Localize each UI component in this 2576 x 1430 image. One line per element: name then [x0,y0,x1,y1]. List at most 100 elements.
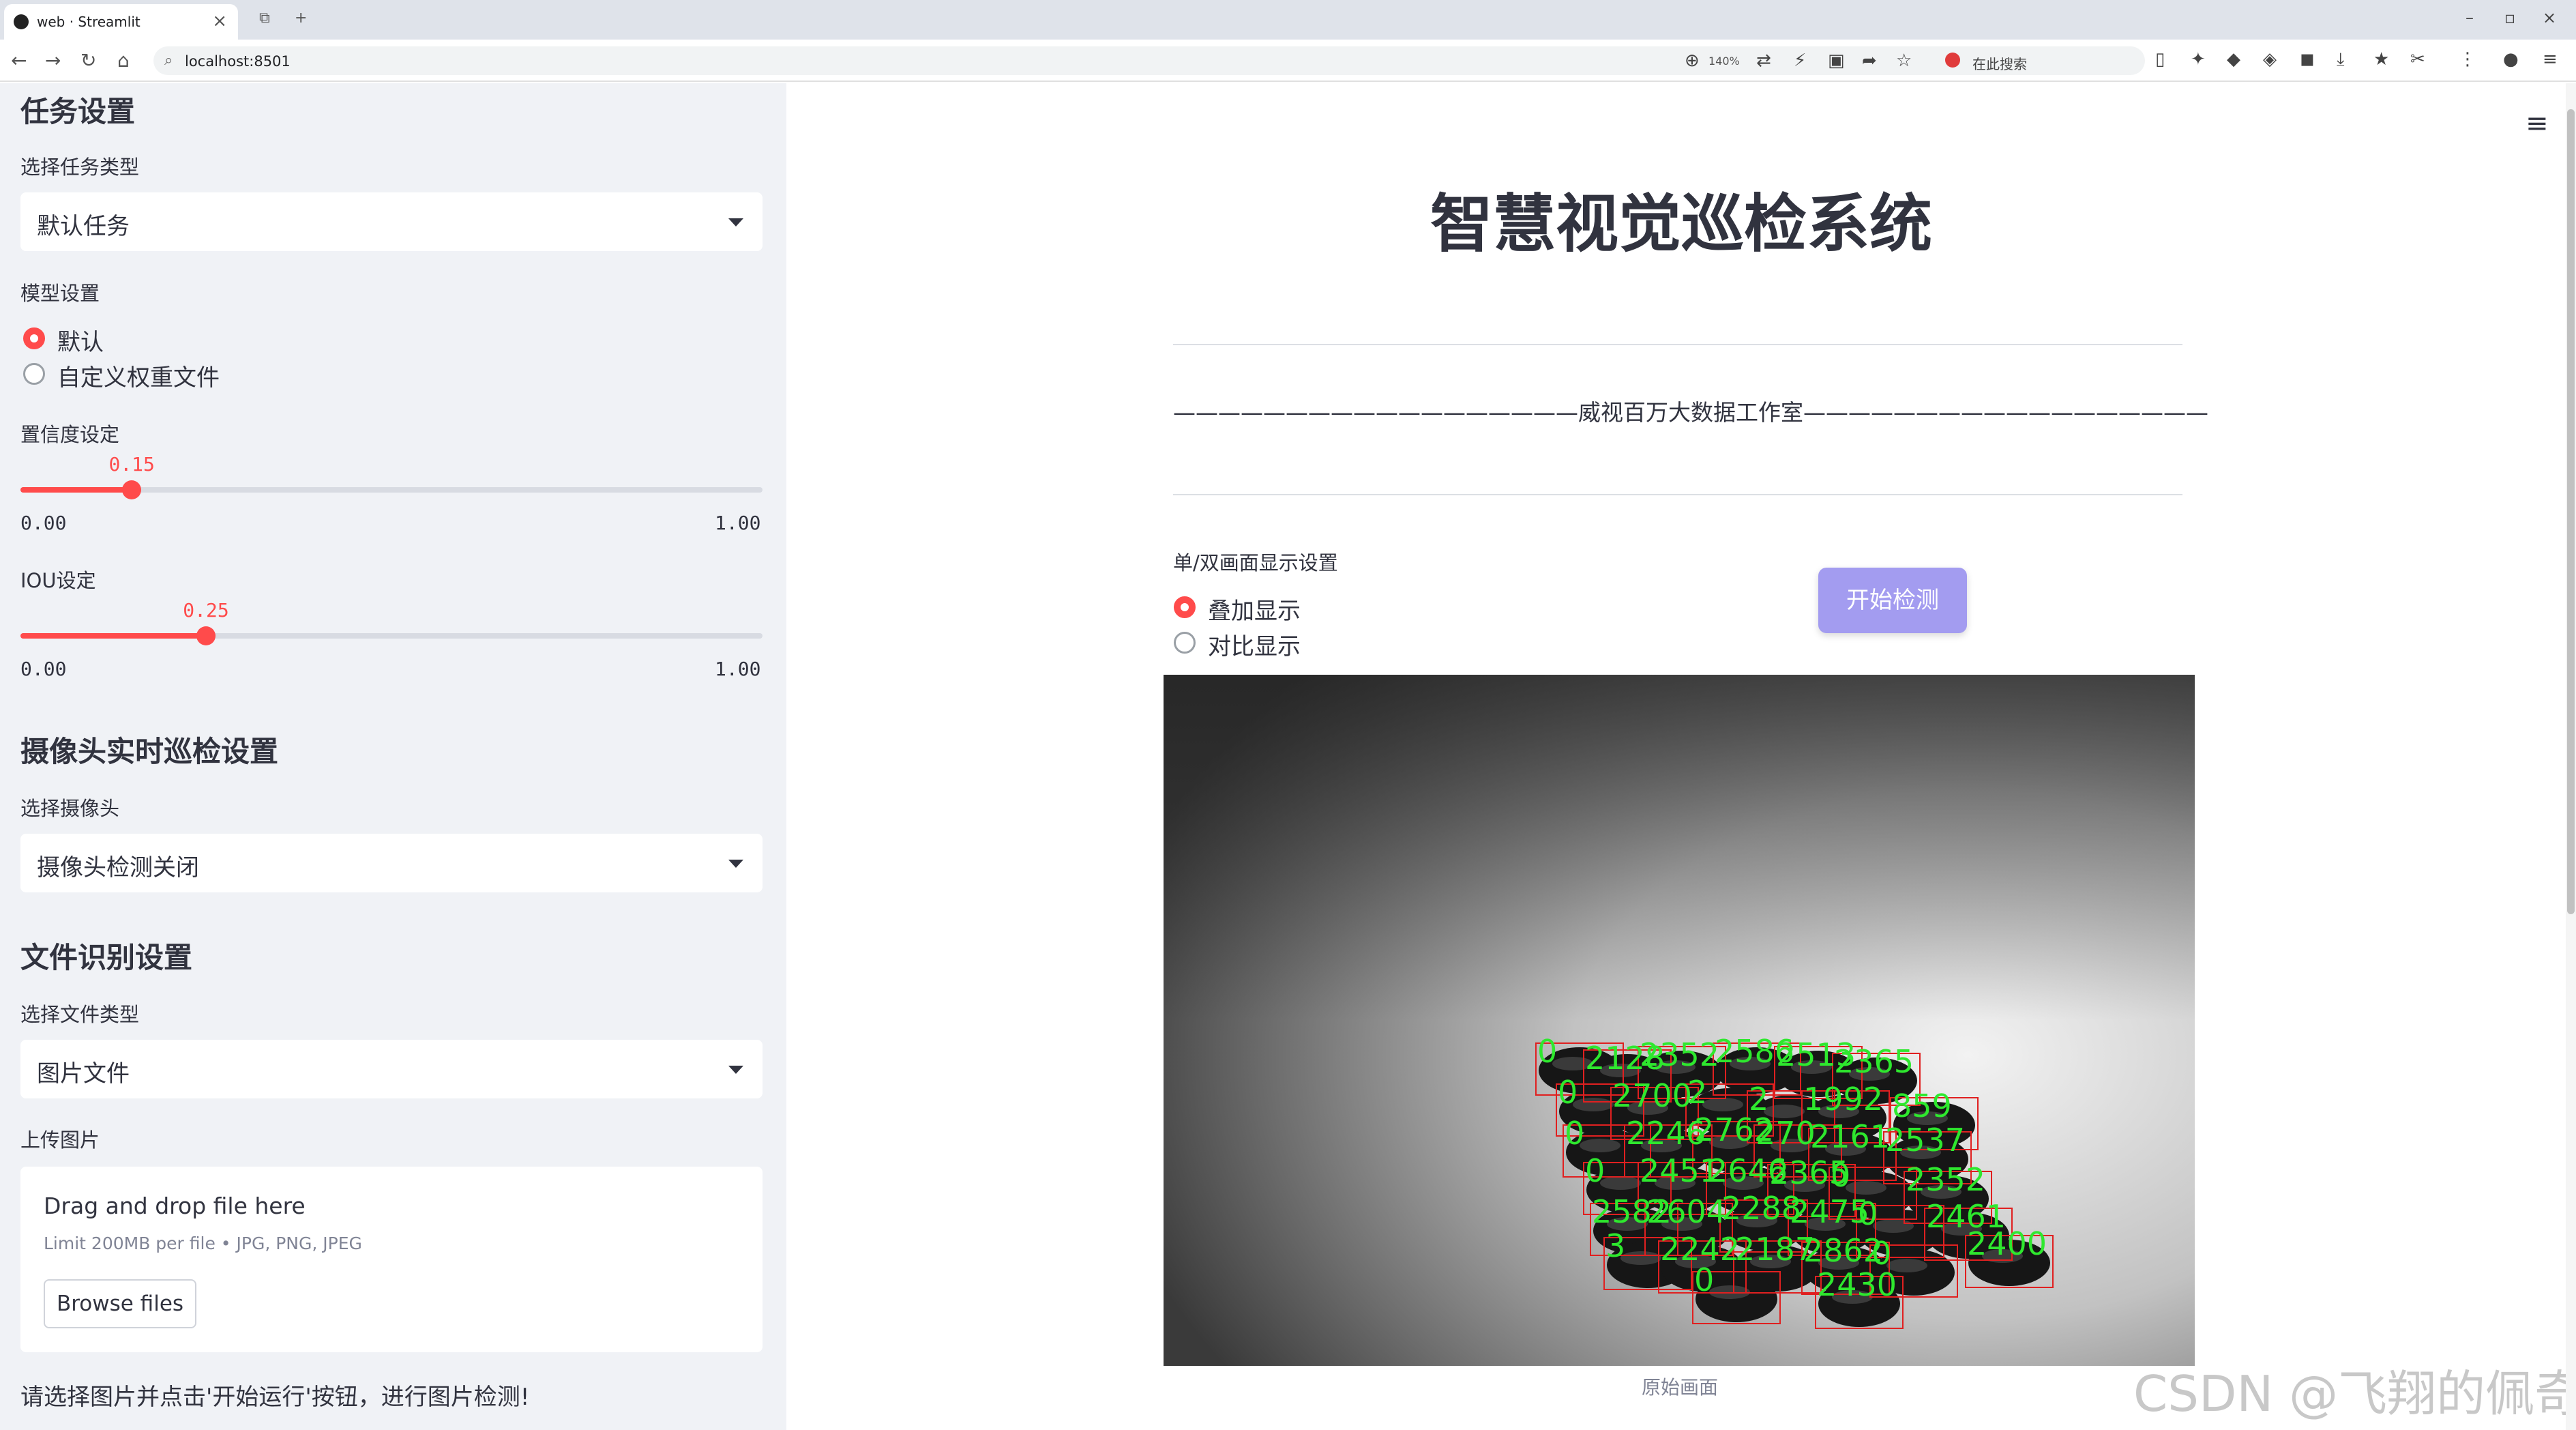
back-icon[interactable]: ← [11,49,27,72]
detection-label: 2 [1687,1074,1707,1111]
radio-checked-icon [1174,596,1196,618]
sidebar: 任务设置 选择任务类型 默认任务 模型设置 默认 自定义权重文件 置信度设定 0… [0,83,786,1430]
file-settings-heading: 文件识别设置 [20,941,193,974]
confidence-label: 置信度设定 [20,423,120,446]
slider-fill [20,487,132,493]
slider-fill [20,633,206,639]
close-window-icon[interactable]: × [2543,8,2556,27]
model-settings-label: 模型设置 [20,282,100,305]
detection-label: 2352 [1906,1161,1985,1198]
iou-max: 1.00 [715,658,761,680]
extension-icon[interactable]: ◈ [2263,49,2277,70]
chevron-down-icon [728,860,743,868]
app-menu-icon[interactable]: ≡ [2526,108,2549,139]
task-settings-heading: 任务设置 [20,95,136,128]
slider-thumb[interactable] [196,626,216,645]
camera-select[interactable]: 摄像头检测关闭 [20,834,763,892]
upload-label: 上传图片 [20,1128,100,1152]
search-icon: ⌕ [164,52,173,69]
search-engine-box[interactable]: 在此搜索 [1936,46,2140,75]
detection-result-image: 0 212823522586251323650 27002 2 1992 8590 2246… [1164,675,2195,1366]
browser-tab[interactable]: web · Streamlit × [4,4,238,40]
confidence-value: 0.15 [108,453,155,476]
display-settings-label: 单/双画面显示设置 [1173,551,1338,574]
csdn-watermark: CSDN @飞翔的佩奇 [2133,1365,2576,1422]
profile-icon[interactable]: ● [2503,49,2519,70]
search-engine-logo-icon [1945,53,1960,68]
menu-icon[interactable]: ≡ [2543,49,2558,70]
detection-label: 3 [1605,1227,1625,1264]
forward-icon[interactable]: → [45,49,61,72]
disc-highlight [1846,1181,1886,1195]
start-detection-button[interactable]: 开始检测 [1818,568,1967,633]
translate-icon[interactable]: ⇄ [1756,50,1771,71]
file-type-select[interactable]: 图片文件 [20,1040,763,1098]
file-uploader-dropzone[interactable]: Drag and drop file here Limit 200MB per … [20,1167,763,1352]
tab-groups-icon[interactable]: ⧉ [259,10,270,27]
reload-icon[interactable]: ↻ [80,49,96,72]
confidence-max: 1.00 [715,512,761,534]
download-icon[interactable]: ⤓ [2337,49,2345,70]
radio-unchecked-icon [1174,632,1196,654]
detection-label: 270 [1756,1115,1816,1152]
detection-label: 2430 [1817,1266,1897,1303]
detection-label: 0 [1831,1157,1850,1194]
divider [1173,344,2182,345]
upload-limit-text: Limit 200MB per file • JPG, PNG, JPEG [44,1234,362,1253]
detection-label: 2700 [1612,1077,1692,1114]
disc-highlight [1702,1098,1743,1111]
restore-icon[interactable]: ▫ [2504,8,2515,27]
screenshot-icon[interactable]: ▣ [1828,50,1845,71]
address-bar[interactable]: ⌕ localhost:8501 ⊕ 140% ⇄ ⚡ ▣ ➦ ☆ [153,46,2145,75]
detection-label: 2400 [1967,1225,2047,1262]
task-type-value: 默认任务 [37,213,130,240]
disc-highlight [1573,1098,1614,1111]
task-type-select[interactable]: 默认任务 [20,192,763,251]
extension-icon[interactable]: ◼ [2300,49,2315,70]
phone-icon[interactable]: ▯ [2155,49,2165,70]
browse-files-button[interactable]: Browse files [44,1279,196,1328]
studio-banner: ——————————————————威视百万大数据工作室————————————… [1173,399,2208,426]
lightning-icon[interactable]: ⚡ [1794,50,1806,71]
confidence-min: 0.00 [20,512,67,534]
radio-label: 叠加显示 [1208,598,1301,625]
detection-label: 2365 [1834,1043,1914,1080]
browser-toolbar: ← → ↻ ⌂ ⌕ localhost:8501 ⊕ 140% ⇄ ⚡ ▣ ➦ … [0,40,2576,82]
scrollbar-thumb[interactable] [2567,109,2575,914]
iou-slider[interactable] [20,626,763,645]
task-type-label: 选择任务类型 [20,156,140,179]
detection-label: 2352 [1640,1036,1719,1073]
tab-title: web · Streamlit [37,14,140,30]
bookmark-star-icon[interactable]: ☆ [1896,50,1912,71]
instruction-note: 请选择图片并点击'开始运行'按钮，进行图片检测! [20,1384,530,1411]
detection-label: 2604 [1646,1193,1726,1230]
minimize-icon[interactable]: – [2466,8,2474,27]
confidence-slider[interactable] [20,480,763,499]
share-icon[interactable]: ➦ [1862,50,1877,71]
detection-label: 0 [1537,1033,1557,1070]
zoom-icon[interactable]: ⊕ [1685,50,1700,71]
chevron-down-icon [728,1066,743,1074]
close-tab-icon[interactable]: × [212,11,227,31]
slider-thumb[interactable] [122,480,142,499]
detection-label: 859 [1892,1088,1952,1124]
detection-label: 2161 [1810,1118,1890,1155]
disc-highlight [1873,1219,1914,1233]
favorites-icon[interactable]: ★ [2373,49,2389,70]
detection-label: 0 [1858,1195,1878,1232]
radio-label: 自定义权重文件 [57,364,220,392]
cut-icon[interactable]: ✂ [2410,49,2425,70]
more-vertical-icon[interactable]: ⋮ [2459,49,2476,70]
radio-checked-icon [23,327,45,349]
radio-label: 对比显示 [1208,633,1301,660]
extension-icon[interactable]: ◆ [2227,49,2240,70]
home-icon[interactable]: ⌂ [117,49,130,72]
camera-settings-heading: 摄像头实时巡检设置 [20,735,279,768]
disc-highlight [1580,1139,1620,1152]
iou-min: 0.00 [20,658,67,680]
detection-label: 1992 [1803,1081,1883,1118]
search-placeholder: 在此搜索 [1972,56,2027,72]
extension-icon[interactable]: ✦ [2191,49,2206,70]
zoom-level: 140% [1708,55,1740,68]
new-tab-icon[interactable]: + [295,10,307,27]
